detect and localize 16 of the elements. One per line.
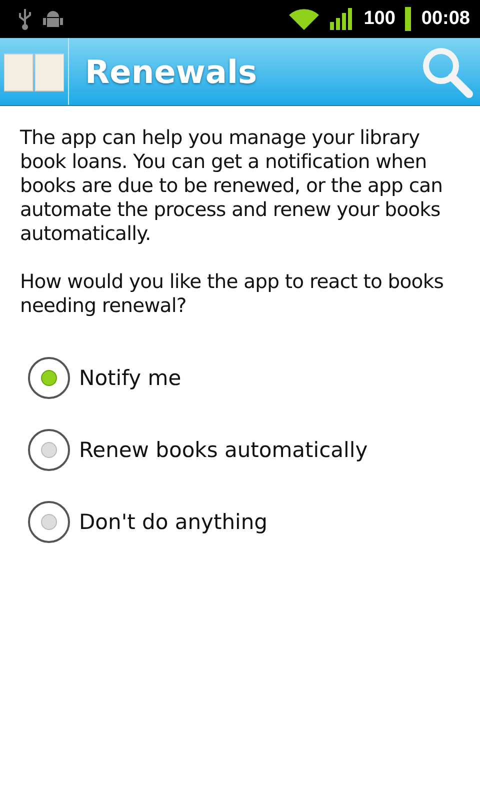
battery-icon <box>405 7 412 31</box>
clock: 00:08 <box>421 8 470 30</box>
signal-icon <box>330 8 354 30</box>
wifi-icon <box>288 7 320 31</box>
battery-level: 100 <box>364 8 396 30</box>
screen-title: Renewals <box>85 52 258 90</box>
question-text: How would you like the app to react to books needing renewal? <box>20 270 444 318</box>
radio-button[interactable] <box>28 357 70 399</box>
radio-button[interactable] <box>28 429 70 471</box>
android-icon <box>42 8 64 30</box>
option-label[interactable]: Renew books automatically <box>79 438 368 462</box>
intro-paragraph: The app can help you manage your library book loans. You can get a notification when books are due to be renewed, or the app can automate the process and renew your books automatically. <box>20 126 444 246</box>
usb-icon <box>18 7 32 31</box>
radio-button[interactable] <box>28 501 70 543</box>
option-label[interactable]: Notify me <box>79 366 182 390</box>
option-label[interactable]: Don't do anything <box>79 510 268 534</box>
